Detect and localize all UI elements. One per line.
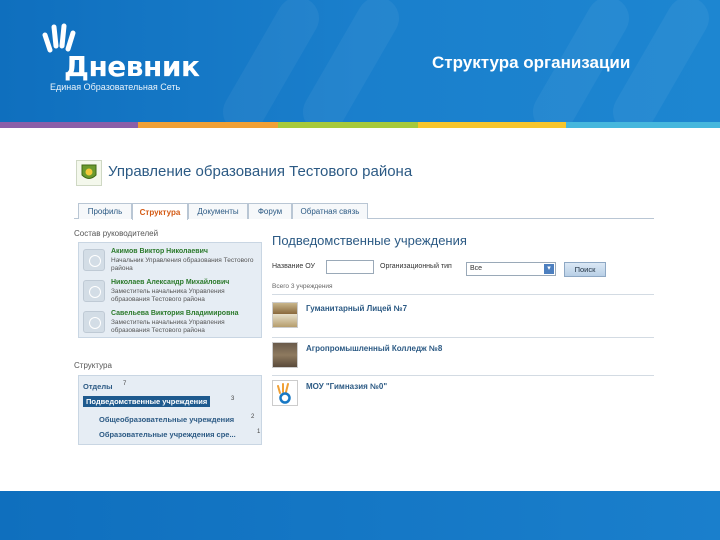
org-title: Управление образования Тестового района (108, 163, 413, 180)
tab-feedback[interactable]: Обратная связь (292, 203, 368, 219)
institution-name[interactable]: Гуманитарный Лицей №7 (306, 304, 407, 313)
structure-heading: Структура (74, 361, 112, 370)
person-name[interactable]: Акимов Виктор Николаевич (111, 248, 208, 255)
type-filter-value: Все (470, 265, 483, 272)
tree-count: 7 (123, 381, 127, 387)
divider (272, 375, 654, 376)
divider (272, 294, 654, 295)
tab-documents[interactable]: Документы (188, 203, 248, 219)
slide-title: Структура организации (432, 53, 631, 72)
default-avatar-icon (83, 311, 105, 333)
subordinate-heading: Подведомственные учреждения (272, 233, 467, 248)
default-avatar-icon (83, 280, 105, 302)
chevron-down-icon[interactable]: ▾ (544, 264, 554, 274)
leadership-heading: Состав руководителей (74, 229, 159, 238)
institution-photo (272, 342, 298, 368)
tree-item-general-edu[interactable]: Общеобразовательные учреждения (99, 415, 234, 424)
leadership-list: Акимов Виктор Николаевич Начальник Управ… (78, 242, 262, 338)
tab-structure[interactable]: Структура (132, 203, 188, 220)
dnevnik-logo: Дневник Единая Образовательная Сеть (42, 22, 202, 94)
slide-footer (0, 491, 720, 540)
institution-name[interactable]: МОУ "Гимназия №0" (306, 382, 387, 391)
org-emblem-icon (76, 160, 102, 186)
default-avatar-icon (83, 249, 105, 271)
divider (272, 337, 654, 338)
hand-logo-icon (277, 383, 291, 404)
stripe-purple (0, 122, 138, 128)
institution-row[interactable]: Агропромышленный Колледж №8 (272, 342, 654, 376)
name-filter-input[interactable] (326, 260, 374, 274)
institution-row[interactable]: МОУ "Гимназия №0" (272, 380, 654, 414)
person-card[interactable]: Савельева Виктория Владимировна Заместит… (79, 307, 263, 337)
website-screenshot: Управление образования Тестового района … (72, 150, 654, 450)
structure-tree: Отделы 7 Подведомственные учреждения 3 О… (78, 375, 262, 445)
institution-photo (272, 302, 298, 328)
tree-item-secondary-edu[interactable]: Образовательные учреждения сре... (99, 430, 236, 439)
person-card[interactable]: Акимов Виктор Николаевич Начальник Управ… (79, 245, 263, 275)
person-position: Начальник Управления образования Тестово… (111, 257, 254, 272)
tree-count: 1 (257, 429, 261, 435)
slide-header: Дневник Единая Образовательная Сеть Стру… (0, 0, 720, 122)
institution-row[interactable]: Гуманитарный Лицей №7 (272, 302, 654, 336)
stripe-green (278, 122, 418, 128)
logo-word: Дневник (64, 50, 200, 83)
type-filter-select[interactable]: Все ▾ (466, 262, 556, 276)
tree-count: 3 (231, 396, 235, 402)
tab-bar: Профиль Структура Документы Форум Обратн… (74, 203, 654, 220)
tree-item-subordinate[interactable]: Подведомственные учреждения (83, 396, 211, 407)
logo-subtitle: Единая Образовательная Сеть (50, 82, 181, 92)
name-filter-label: Название ОУ (272, 263, 315, 270)
stripe-cyan (566, 122, 720, 128)
stripe-orange (138, 122, 278, 128)
search-button[interactable]: Поиск (564, 262, 606, 277)
found-count: Всего 3 учреждения (272, 283, 333, 290)
tab-profile[interactable]: Профиль (78, 203, 132, 219)
person-name[interactable]: Николаев Александр Михайлович (111, 279, 229, 286)
tree-count: 2 (251, 414, 255, 420)
institution-logo (272, 380, 298, 406)
person-position: Заместитель начальника Управления образо… (111, 319, 225, 334)
institution-name[interactable]: Агропромышленный Колледж №8 (306, 344, 442, 353)
type-filter-label: Организационный тип (380, 263, 452, 270)
person-card[interactable]: Николаев Александр Михайлович Заместител… (79, 276, 263, 306)
stripe-yellow (418, 122, 566, 128)
tree-item-departments[interactable]: Отделы (83, 382, 113, 391)
person-name[interactable]: Савельева Виктория Владимировна (111, 310, 239, 317)
person-position: Заместитель начальника Управления образо… (111, 288, 225, 303)
tab-forum[interactable]: Форум (248, 203, 292, 219)
